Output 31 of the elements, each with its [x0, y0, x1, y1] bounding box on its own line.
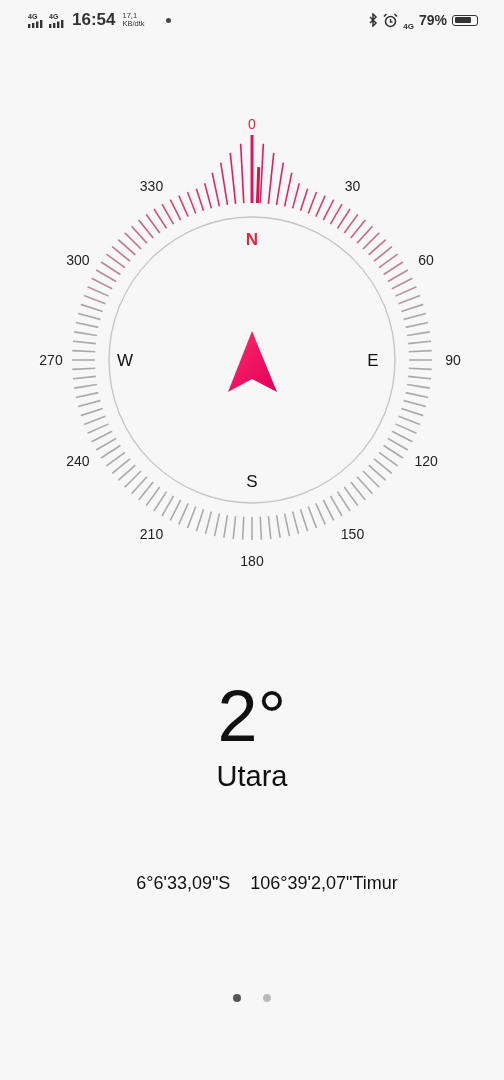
battery-percent: 79%	[418, 12, 447, 28]
page-indicator-dot[interactable]	[233, 994, 241, 1002]
heading-needle	[256, 167, 261, 204]
degree-label: 30	[344, 177, 361, 194]
degree-label: 210	[139, 526, 164, 543]
degree-label: 240	[66, 452, 90, 469]
cardinal-label: W	[117, 350, 133, 370]
page-indicator-dot[interactable]	[263, 994, 271, 1002]
heading-direction: Utara	[216, 760, 288, 793]
degree-label: 150	[340, 526, 365, 543]
degree-label: 300	[66, 251, 90, 268]
battery-icon	[452, 14, 478, 26]
network-type: 4G	[403, 21, 414, 31]
degree-label: 0	[248, 116, 256, 132]
degree-label: 90	[445, 352, 461, 368]
degree-label: 180	[240, 553, 264, 569]
cardinal-label: E	[367, 350, 379, 370]
degree-label: 120	[414, 452, 438, 469]
alarm-icon	[383, 12, 399, 28]
latitude: 6°6'33,09"S	[136, 873, 231, 894]
longitude: 106°39'2,07"Timur	[250, 873, 398, 894]
heading-degrees: 2°	[217, 680, 287, 752]
clock-time: 16:54	[72, 10, 116, 30]
degree-label: 330	[139, 177, 164, 194]
bluetooth-icon	[369, 13, 379, 27]
direction-arrow-icon	[228, 331, 277, 392]
cardinal-label: S	[246, 471, 258, 491]
notification-dot	[165, 17, 171, 23]
degree-label: 60	[418, 251, 434, 268]
cardinal-label: N	[245, 229, 259, 249]
degree-label: 270	[39, 352, 63, 368]
